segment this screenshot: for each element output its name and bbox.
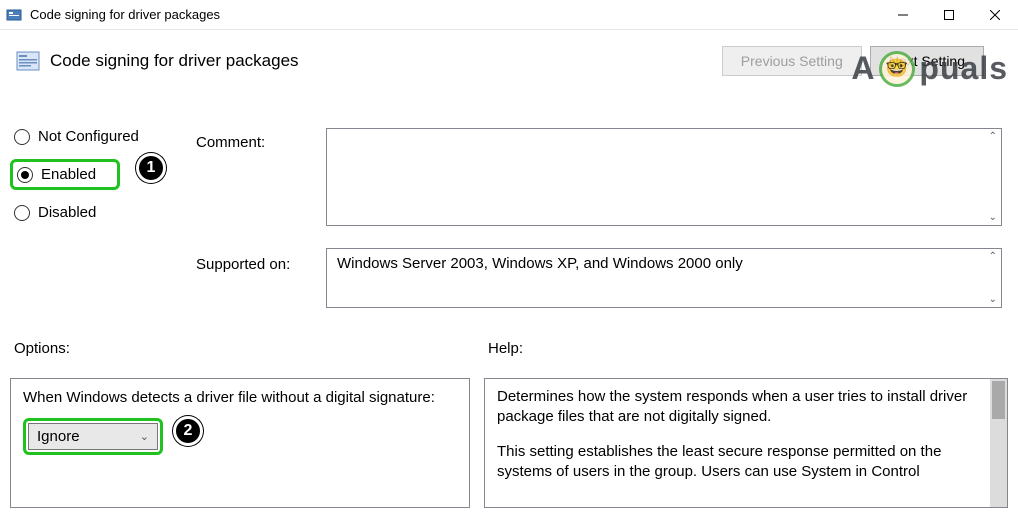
watermark-avatar-icon: 🤓 bbox=[879, 51, 915, 87]
help-panel: Determines how the system responds when … bbox=[484, 378, 1008, 508]
page-title: Code signing for driver packages bbox=[50, 51, 722, 71]
help-label: Help: bbox=[488, 340, 523, 357]
comment-textbox[interactable]: ⌃ ⌄ bbox=[326, 128, 1002, 226]
radio-label: Not Configured bbox=[38, 128, 139, 145]
dropdown-value: Ignore bbox=[37, 428, 80, 445]
help-paragraph-1: Determines how the system responds when … bbox=[497, 387, 985, 428]
close-button[interactable] bbox=[972, 0, 1018, 30]
chevron-down-icon: ⌄ bbox=[140, 430, 149, 443]
state-radio-group: Not Configured Enabled 1 Disabled bbox=[14, 128, 139, 239]
chevron-up-icon[interactable]: ⌃ bbox=[989, 131, 997, 142]
titlebar: Code signing for driver packages bbox=[0, 0, 1018, 30]
watermark-text: puals bbox=[919, 50, 1008, 87]
radio-label: Enabled bbox=[41, 166, 96, 183]
options-question: When Windows detects a driver file witho… bbox=[23, 387, 457, 408]
scrollbar-thumb[interactable] bbox=[992, 381, 1005, 419]
radio-icon bbox=[14, 129, 30, 145]
supported-textbox: Windows Server 2003, Windows XP, and Win… bbox=[326, 248, 1002, 308]
watermark-logo: A 🤓 puals bbox=[851, 50, 1008, 87]
signature-action-dropdown[interactable]: Ignore ⌄ bbox=[28, 423, 158, 450]
callout-badge-1: 1 bbox=[136, 153, 166, 183]
radio-icon bbox=[14, 205, 30, 221]
chevron-down-icon[interactable]: ⌄ bbox=[989, 212, 997, 223]
app-icon bbox=[6, 7, 22, 23]
supported-label: Supported on: bbox=[196, 256, 290, 273]
window-controls bbox=[880, 0, 1018, 30]
help-paragraph-2: This setting establishes the least secur… bbox=[497, 442, 985, 483]
window-title: Code signing for driver packages bbox=[30, 7, 880, 22]
maximize-button[interactable] bbox=[926, 0, 972, 30]
options-panel: When Windows detects a driver file witho… bbox=[10, 378, 470, 508]
watermark-letter-a: A bbox=[851, 50, 875, 87]
radio-label: Disabled bbox=[38, 204, 96, 221]
options-label: Options: bbox=[14, 340, 70, 357]
radio-not-configured[interactable]: Not Configured bbox=[14, 128, 139, 145]
comment-label: Comment: bbox=[196, 134, 265, 151]
radio-disabled[interactable]: Disabled bbox=[14, 204, 139, 221]
previous-setting-button[interactable]: Previous Setting bbox=[722, 46, 862, 76]
policy-icon bbox=[14, 47, 42, 75]
callout-badge-2: 2 bbox=[173, 416, 203, 446]
radio-enabled[interactable]: Enabled bbox=[10, 159, 120, 190]
supported-text: Windows Server 2003, Windows XP, and Win… bbox=[327, 249, 1001, 278]
chevron-down-icon[interactable]: ⌄ bbox=[989, 294, 997, 305]
radio-icon bbox=[17, 167, 33, 183]
chevron-up-icon[interactable]: ⌃ bbox=[989, 251, 997, 262]
minimize-button[interactable] bbox=[880, 0, 926, 30]
help-scrollbar[interactable] bbox=[990, 379, 1007, 507]
